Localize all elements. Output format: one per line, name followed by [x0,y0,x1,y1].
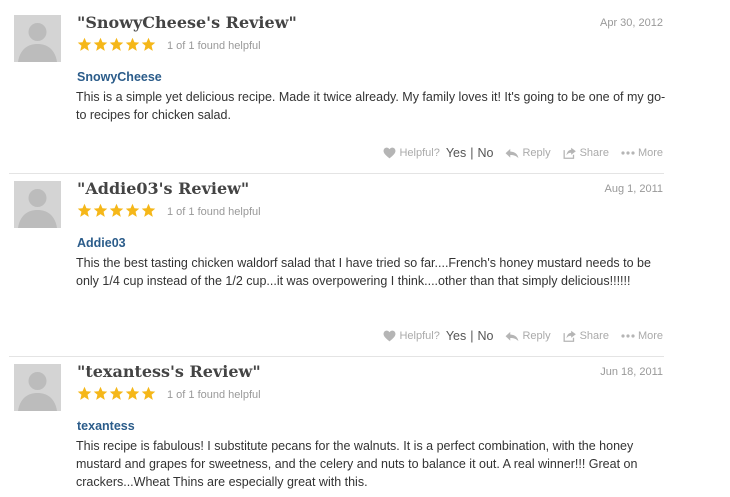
helpful-no-link[interactable]: No [477,146,493,160]
more-label: More [637,330,663,342]
share-icon [563,147,576,159]
yes-no-separator: | [470,146,474,160]
author-link[interactable]: SnowyCheese [77,70,162,84]
ellipsis-icon [621,151,635,155]
share-button[interactable]: Share [563,330,609,342]
author-link[interactable]: Addie03 [77,236,126,250]
avatar[interactable] [14,15,61,62]
helpful-prompt: Helpful? [383,330,440,342]
reply-button[interactable]: Reply [505,330,551,342]
avatar[interactable] [14,181,61,228]
star-icon [93,386,108,400]
author-link[interactable]: texantess [77,419,135,433]
default-user-silhouette-icon [14,181,61,228]
helpful-count: 1 of 1 found helpful [167,389,261,401]
review-date: Jun 18, 2011 [600,366,663,378]
more-label: More [637,147,663,159]
star-icon [125,37,140,51]
star-icon [93,37,108,51]
default-user-silhouette-icon [14,364,61,411]
helpful-label: Helpful? [399,147,440,159]
star-rating [77,37,156,54]
review-actions: Helpful? Yes | No Reply Share More [383,145,663,161]
star-icon [109,37,124,51]
helpful-no-link[interactable]: No [477,329,493,343]
star-icon [77,386,92,400]
heart-icon [383,147,396,159]
review-date: Aug 1, 2011 [604,183,663,195]
helpful-count: 1 of 1 found helpful [167,40,261,52]
star-icon [77,203,92,217]
star-icon [141,37,156,51]
reply-label: Reply [522,330,551,342]
ellipsis-icon [621,334,635,338]
helpful-yes-link[interactable]: Yes [446,146,466,160]
helpful-count: 1 of 1 found helpful [167,206,261,218]
share-icon [563,330,576,342]
heart-icon [383,330,396,342]
star-icon [77,37,92,51]
default-user-silhouette-icon [14,15,61,62]
reply-arrow-icon [506,331,519,341]
star-icon [93,203,108,217]
star-icon [141,203,156,217]
share-label: Share [579,147,609,159]
share-label: Share [579,330,609,342]
review-date: Apr 30, 2012 [600,17,663,29]
review-text: This recipe is fabulous! I substitute pe… [76,439,638,489]
more-button[interactable]: More [621,330,663,342]
reply-label: Reply [522,147,551,159]
star-icon [109,386,124,400]
reply-button[interactable]: Reply [505,147,551,159]
helpful-yes-link[interactable]: Yes [446,329,466,343]
more-button[interactable]: More [621,147,663,159]
helpful-prompt: Helpful? [383,147,440,159]
star-rating [77,386,156,403]
avatar[interactable] [14,364,61,411]
review-title: "texantess's Review" [77,362,261,381]
review-title: "SnowyCheese's Review" [77,13,297,32]
star-icon [109,203,124,217]
review-actions: Helpful? Yes | No Reply Share More [383,328,663,344]
helpful-label: Helpful? [399,330,440,342]
star-icon [125,203,140,217]
reviews-list: "SnowyCheese's Review" Apr 30, 2012 1 of… [0,0,730,497]
star-icon [125,386,140,400]
review-text: This is a simple yet delicious recipe. M… [76,90,666,122]
share-button[interactable]: Share [563,147,609,159]
star-icon [141,386,156,400]
yes-no-separator: | [470,329,474,343]
review-text: This the best tasting chicken waldorf sa… [76,256,651,288]
star-rating [77,203,156,220]
reply-arrow-icon [506,148,519,158]
review-title: "Addie03's Review" [77,179,250,198]
